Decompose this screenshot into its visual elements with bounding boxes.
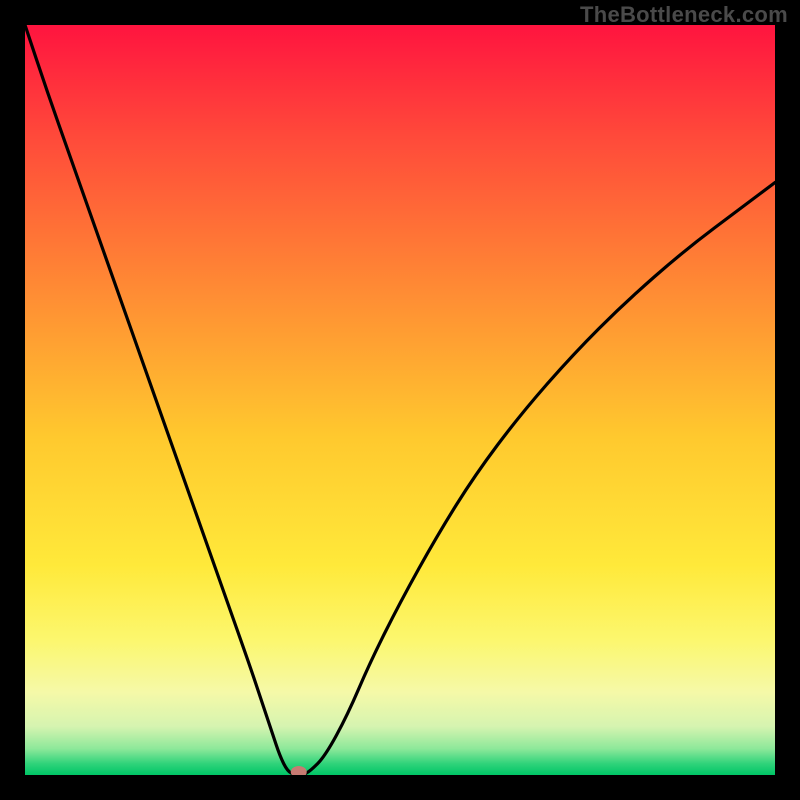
chart-frame: TheBottleneck.com bbox=[0, 0, 800, 800]
gradient-background bbox=[25, 25, 775, 775]
plot-area bbox=[25, 25, 775, 775]
bottleneck-plot-svg bbox=[25, 25, 775, 775]
watermark-text: TheBottleneck.com bbox=[580, 2, 788, 28]
